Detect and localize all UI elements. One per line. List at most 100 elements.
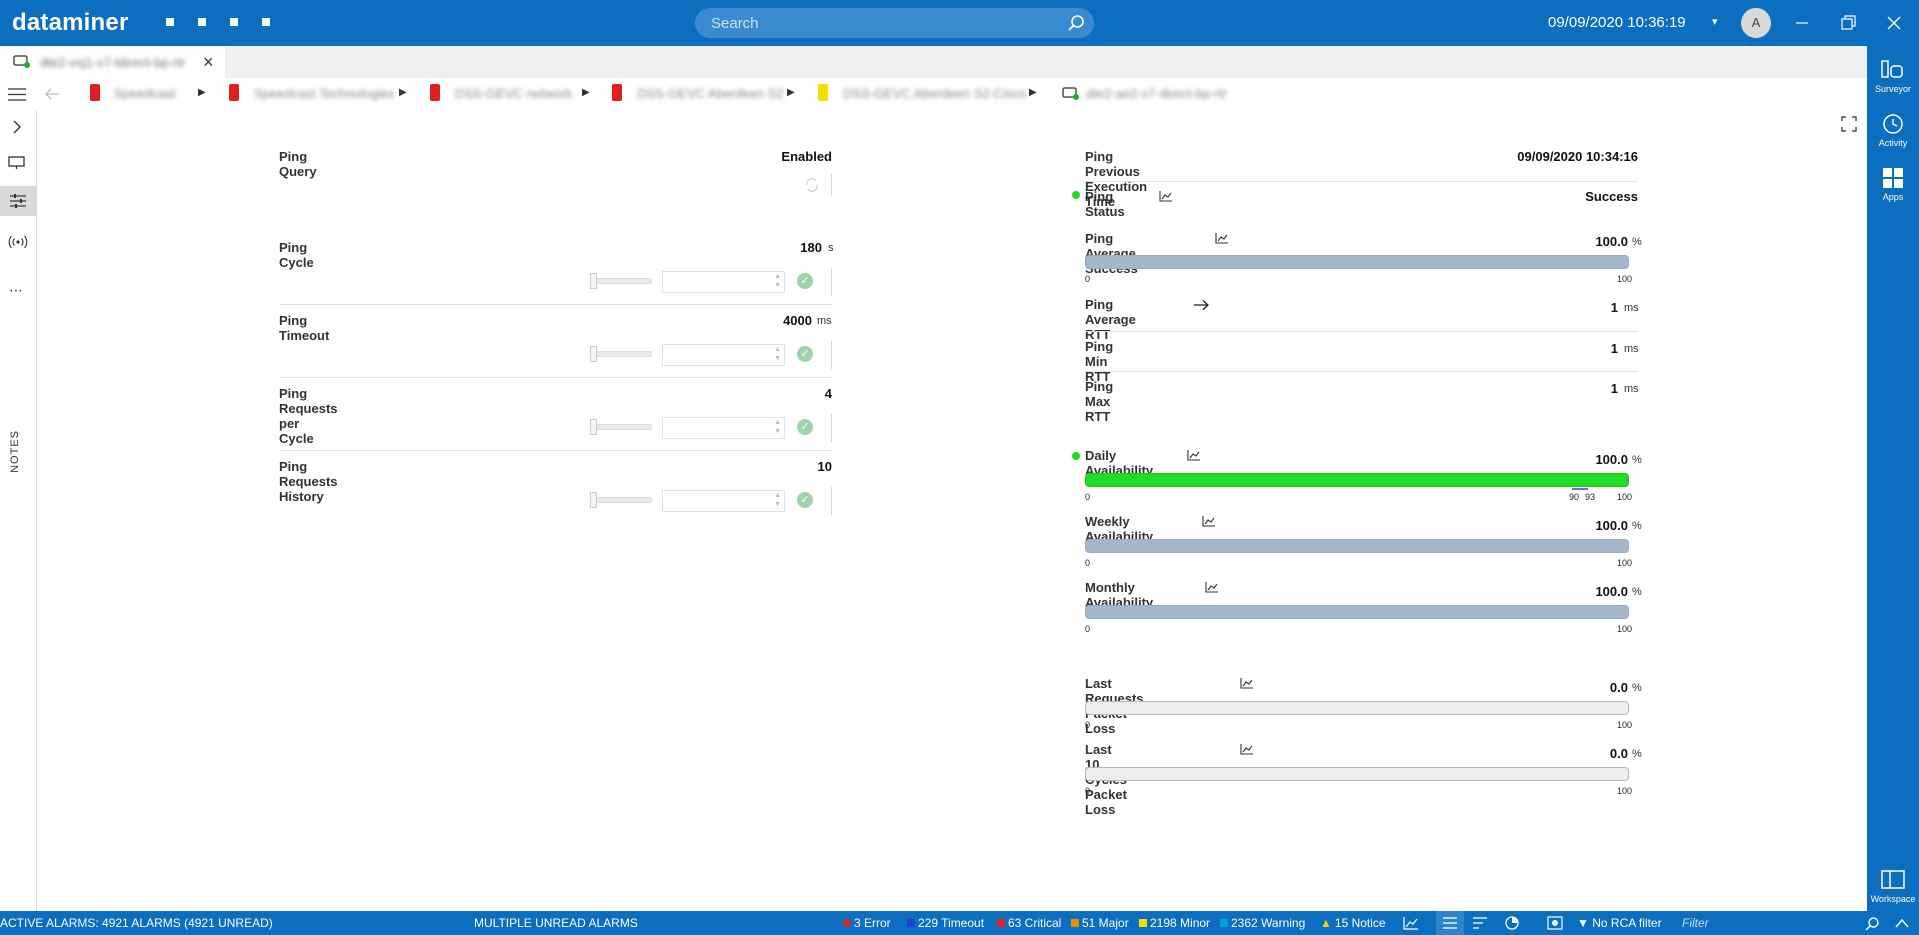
trend-icon[interactable]	[1403, 916, 1419, 930]
card-icon[interactable]	[262, 18, 270, 26]
rail-workspace[interactable]: Workspace	[1867, 864, 1919, 914]
trend-icon[interactable]	[1240, 677, 1254, 689]
spin-up-icon[interactable]: ▲	[774, 492, 781, 499]
list-view-button[interactable]	[1436, 911, 1464, 935]
back-arrow-icon[interactable]	[44, 88, 60, 100]
value-slider[interactable]	[590, 497, 652, 503]
param-unit: s	[828, 242, 834, 254]
hamburger-icon[interactable]	[8, 88, 26, 101]
value-slider[interactable]	[590, 351, 652, 357]
param-unit: ms	[1624, 383, 1639, 395]
slider-thumb[interactable]	[590, 273, 597, 289]
chevron-down-icon[interactable]: ▾	[1712, 15, 1718, 28]
rail-activity[interactable]: Activity	[1867, 108, 1919, 158]
alarm-count-major[interactable]: 51 Major	[1071, 916, 1129, 930]
trend-icon[interactable]	[1205, 581, 1219, 593]
spin-down-icon[interactable]: ▼	[774, 428, 781, 435]
value-spinner[interactable]: ▲ ▼	[662, 344, 785, 366]
breadcrumb-item[interactable]: Speedcast Technologies	[254, 86, 395, 101]
active-alarms-summary[interactable]: ACTIVE ALARMS: 4921 ALARMS (4921 UNREAD)	[0, 916, 273, 930]
spin-down-icon[interactable]: ▼	[774, 282, 781, 289]
alarm-count-warning[interactable]: 2362 Warning	[1220, 916, 1305, 930]
filter-placeholder: Filter	[1682, 916, 1709, 930]
refresh-icon[interactable]	[804, 177, 820, 193]
close-icon[interactable]: ×	[203, 52, 214, 73]
rca-filter[interactable]: ▼ No RCA filter	[1577, 916, 1662, 930]
alarm-count-minor[interactable]: 2198 Minor	[1139, 916, 1210, 930]
trend-icon[interactable]	[1202, 515, 1216, 527]
spin-down-icon[interactable]: ▼	[774, 355, 781, 362]
app-logo: dataminer	[12, 9, 129, 36]
slider-thumb[interactable]	[590, 492, 597, 508]
value-spinner[interactable]: ▲ ▼	[662, 417, 785, 439]
apply-check-icon[interactable]: ✓	[797, 346, 813, 362]
unread-alarms-label[interactable]: MULTIPLE UNREAD ALARMS	[474, 916, 638, 930]
chevron-right-icon: ▶	[198, 87, 206, 98]
alarm-count-timeout[interactable]: 229 Timeout	[907, 916, 984, 930]
monitor-icon[interactable]	[8, 155, 26, 171]
notes-tab[interactable]: NOTES	[9, 430, 21, 473]
param-value: 100.0	[1595, 518, 1628, 533]
slider-thumb[interactable]	[590, 346, 597, 362]
sidebar-item-active[interactable]	[0, 186, 36, 216]
restore-icon[interactable]	[1834, 9, 1862, 37]
card-icon[interactable]	[230, 18, 238, 26]
rca-label: No RCA filter	[1592, 916, 1662, 930]
value-slider[interactable]	[590, 424, 652, 430]
sort-icon[interactable]	[1473, 917, 1487, 929]
spin-up-icon[interactable]: ▲	[774, 419, 781, 426]
fullscreen-icon[interactable]	[1841, 116, 1857, 132]
breadcrumb-item[interactable]: dte2-ae2-v7-direct-bp-rtr	[1086, 86, 1227, 101]
signal-icon[interactable]	[8, 235, 28, 249]
focus-icon[interactable]	[1547, 916, 1563, 930]
breadcrumb-item[interactable]: DSS-GEVC Aberdeen S2	[637, 86, 784, 101]
value-spinner[interactable]: ▲ ▼	[662, 490, 785, 512]
close-icon[interactable]	[1880, 9, 1908, 37]
bar-max: 100	[1617, 720, 1633, 730]
spin-down-icon[interactable]: ▼	[774, 501, 781, 508]
search-box[interactable]: Search	[695, 8, 1094, 38]
card-icon[interactable]	[166, 18, 174, 26]
apply-check-icon[interactable]: ✓	[797, 492, 813, 508]
filter-input[interactable]: Filter	[1672, 913, 1879, 933]
breadcrumb-item[interactable]: DSS-GEVC network	[455, 86, 572, 101]
threshold-label: 93	[1585, 492, 1596, 502]
rail-apps[interactable]: Apps	[1867, 162, 1919, 212]
trend-icon[interactable]	[1187, 449, 1201, 461]
slider-thumb[interactable]	[590, 419, 597, 435]
tab-element[interactable]: dte2-vxj1-v7-ldirect-bp-rtr ×	[0, 46, 225, 78]
apply-check-icon[interactable]: ✓	[797, 419, 813, 435]
trend-icon[interactable]	[1240, 743, 1254, 755]
trend-icon[interactable]	[1159, 190, 1173, 202]
trend-icon[interactable]	[1215, 232, 1229, 244]
apply-check-icon[interactable]: ✓	[797, 273, 813, 289]
pie-chart-icon[interactable]	[1505, 916, 1519, 930]
breadcrumb-item[interactable]: Speedcast	[114, 86, 175, 101]
alarm-count-error[interactable]: 3 Error	[843, 916, 891, 930]
divider	[831, 487, 832, 515]
chevron-right-icon: ▶	[787, 87, 795, 98]
card-icon[interactable]	[198, 18, 206, 26]
breadcrumb-item[interactable]: DSS-GEVC Aberdeen S2-Cisco	[843, 86, 1027, 101]
value-spinner[interactable]: ▲ ▼	[662, 271, 785, 293]
alarm-count-label: 3 Error	[854, 916, 891, 930]
value-slider[interactable]	[590, 278, 652, 284]
avatar[interactable]: A	[1741, 8, 1771, 38]
param-label: Ping Min RTT	[1085, 339, 1114, 384]
spin-up-icon[interactable]: ▲	[774, 273, 781, 280]
chevron-right-icon[interactable]	[11, 120, 23, 134]
param-value: 0.0	[1609, 746, 1628, 761]
alarm-count-label: 229 Timeout	[918, 916, 985, 930]
chevron-up-icon[interactable]	[1895, 917, 1909, 929]
search-icon[interactable]	[1066, 13, 1086, 33]
param-label: Ping Query	[279, 149, 317, 179]
alarm-count-notice[interactable]: ▲ 15 Notice	[1320, 916, 1386, 930]
rail-surveyor[interactable]: Surveyor	[1867, 54, 1919, 104]
rail-label: Activity	[1878, 138, 1908, 148]
alarm-count-critical[interactable]: 63 Critical	[997, 916, 1061, 930]
minimize-icon[interactable]	[1788, 9, 1816, 37]
spin-up-icon[interactable]: ▲	[774, 346, 781, 353]
divider	[831, 341, 832, 369]
more-icon[interactable]: ⋯	[9, 282, 24, 299]
search-icon[interactable]	[1864, 916, 1880, 932]
